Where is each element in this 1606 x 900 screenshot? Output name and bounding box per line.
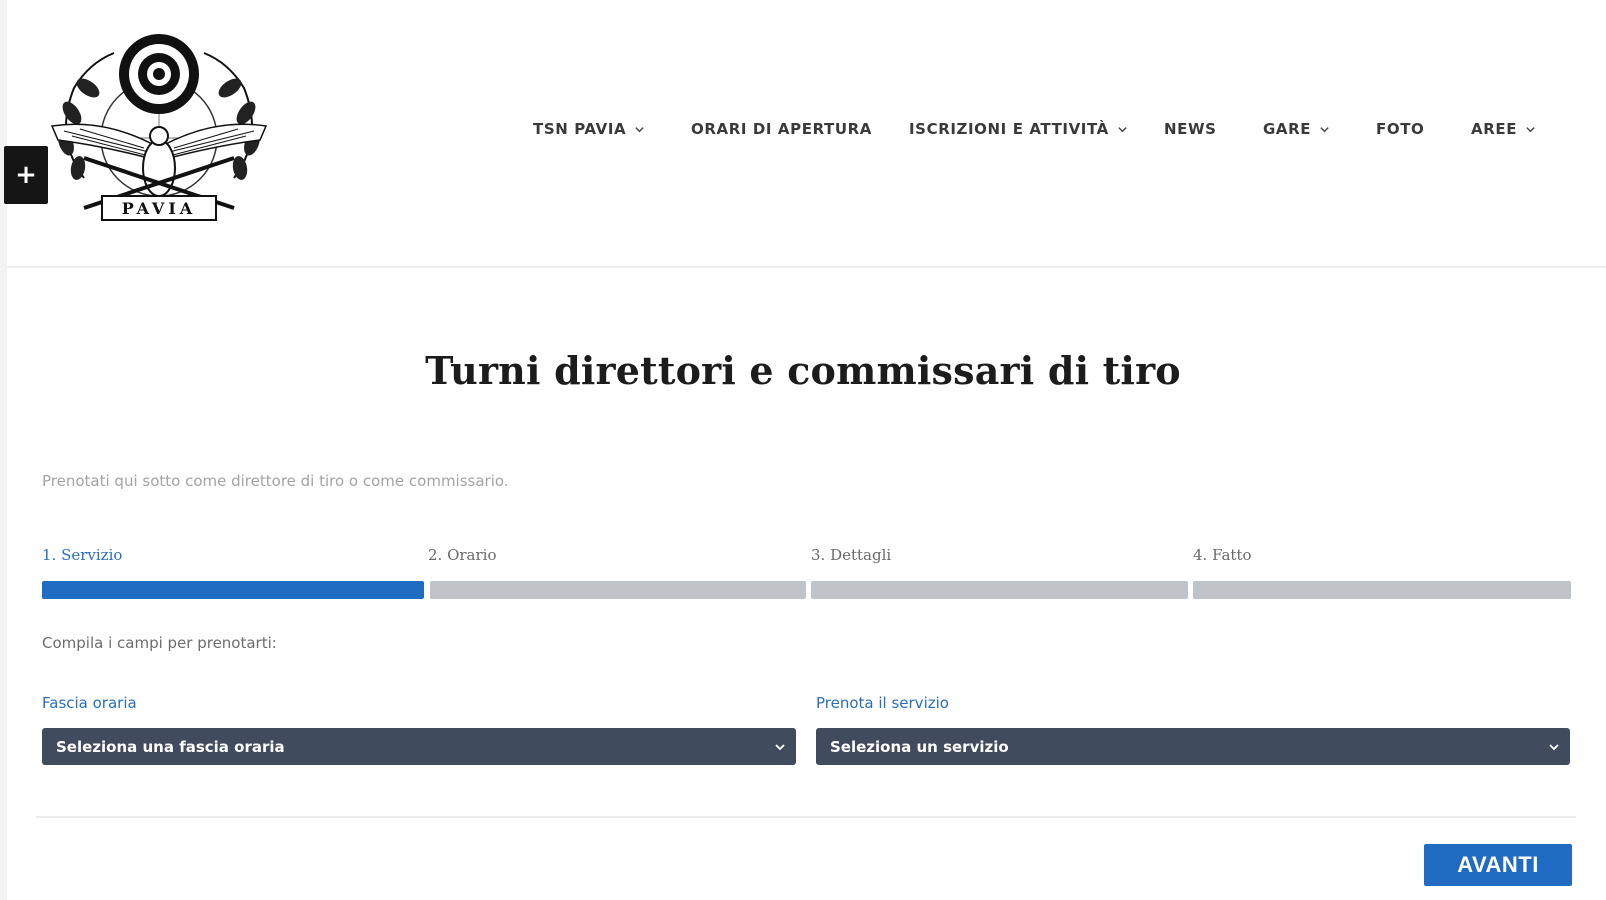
chevron-down-icon (775, 744, 785, 751)
nav-item-label: GARE (1263, 120, 1312, 138)
chevron-down-icon (1526, 126, 1535, 132)
chevron-down-icon (1549, 744, 1559, 751)
logo-text: PAVIA (122, 199, 196, 218)
nav-item-foto[interactable]: FOTO (1376, 120, 1424, 138)
form-hint: Compila i campi per prenotarti: (42, 634, 277, 652)
nav-item-label: AREE (1471, 120, 1518, 138)
nav-item-tsn-pavia[interactable]: TSN PAVIA (533, 120, 645, 138)
step-progress-servizio (42, 581, 424, 599)
nav-item-news[interactable]: NEWS (1164, 120, 1217, 138)
nav-item-aree[interactable]: AREE (1471, 120, 1536, 138)
nav-item-gare[interactable]: GARE (1263, 120, 1330, 138)
time-slot-value: Seleziona una fascia oraria (56, 737, 285, 756)
step-label-servizio: 1. Servizio (42, 546, 123, 564)
next-button[interactable]: AVANTI (1424, 844, 1572, 886)
chevron-down-icon (1320, 126, 1329, 132)
page-title: Turni direttori e commissari di tiro (425, 348, 1181, 393)
nav-item-label: TSN PAVIA (533, 120, 627, 138)
service-select[interactable]: Seleziona un servizio (816, 728, 1570, 765)
time-slot-label: Fascia oraria (42, 694, 137, 712)
service-value: Seleziona un servizio (830, 737, 1009, 756)
site-header: PAVIA TSN PAVIA ORARI DI APERTURA ISCRIZ… (7, 0, 1606, 268)
step-label-fatto: 4. Fatto (1193, 546, 1252, 564)
step-label-dettagli: 3. Dettagli (811, 546, 892, 564)
nav-item-label: ORARI DI APERTURA (691, 120, 873, 138)
nav-item-label: FOTO (1376, 120, 1425, 138)
step-progress-orario (430, 581, 806, 599)
service-label: Prenota il servizio (816, 694, 949, 712)
main-nav: TSN PAVIA ORARI DI APERTURA ISCRIZIONI E… (7, 120, 1606, 152)
step-progress-dettagli (811, 581, 1188, 599)
page-edge (0, 0, 7, 900)
intro-text: Prenotati qui sotto come direttore di ti… (42, 472, 509, 490)
step-progress-fatto (1193, 581, 1571, 599)
nav-item-label: ISCRIZIONI E ATTIVITÀ (909, 120, 1109, 138)
chevron-down-icon (1118, 126, 1127, 132)
nav-item-orari[interactable]: ORARI DI APERTURA (691, 120, 872, 138)
chevron-down-icon (635, 126, 644, 132)
sidebar-toggle-button[interactable]: + (4, 146, 48, 204)
time-slot-select[interactable]: Seleziona una fascia oraria (42, 728, 796, 765)
nav-item-label: NEWS (1164, 120, 1217, 138)
nav-item-iscrizioni[interactable]: ISCRIZIONI E ATTIVITÀ (909, 120, 1128, 138)
form-divider (36, 816, 1576, 818)
step-label-orario: 2. Orario (428, 546, 497, 564)
